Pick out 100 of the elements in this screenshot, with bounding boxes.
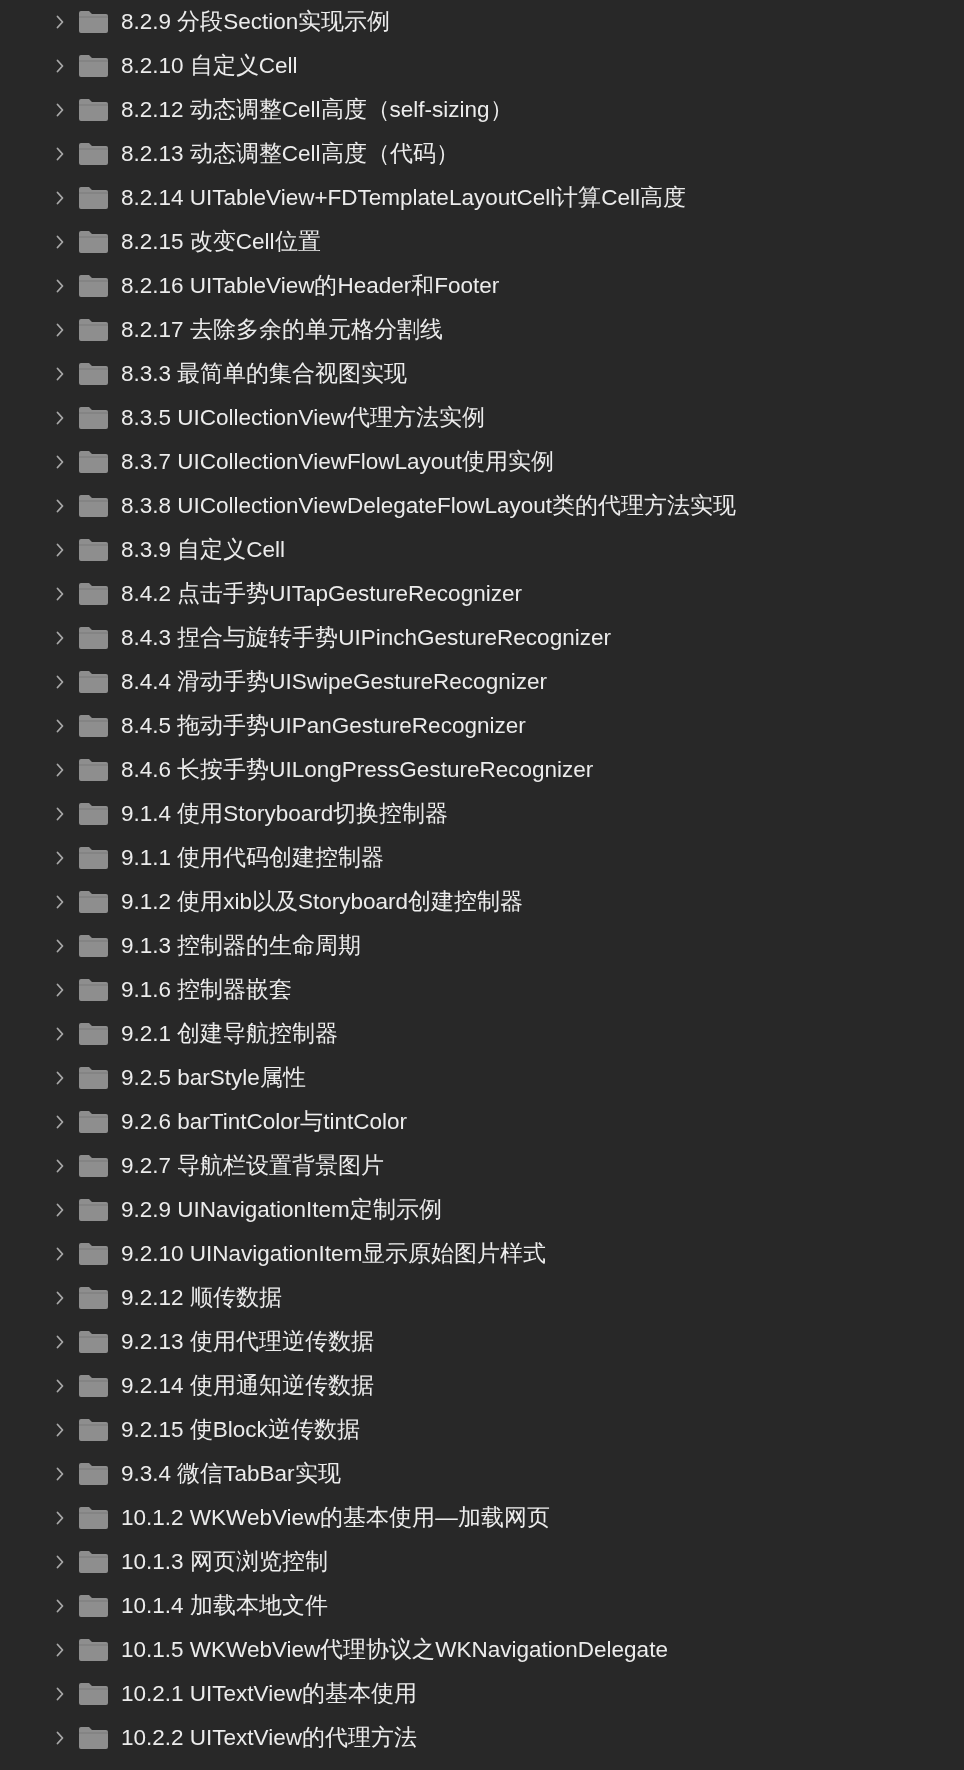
folder-name[interactable]: 8.2.12 动态调整Cell高度（self-sizing） [121, 93, 513, 127]
folder-name[interactable]: 9.2.15 使Block逆传数据 [121, 1413, 360, 1447]
folder-name[interactable]: 8.2.14 UITableView+FDTemplateLayoutCell计算Cell高度 [121, 181, 686, 215]
folder-name[interactable]: 9.2.9 UINavigationItem定制示例 [121, 1193, 442, 1227]
disclosure-chevron-icon[interactable] [54, 1379, 66, 1393]
folder-name[interactable]: 10.1.4 加载本地文件 [121, 1589, 328, 1623]
folder-icon [79, 231, 108, 253]
disclosure-chevron-icon[interactable] [54, 1643, 66, 1657]
folder-icon [79, 407, 108, 429]
disclosure-chevron-icon[interactable] [54, 1027, 66, 1041]
folder-icon [79, 539, 108, 561]
disclosure-chevron-icon[interactable] [54, 1159, 66, 1173]
disclosure-chevron-icon[interactable] [54, 1687, 66, 1701]
folder-name[interactable]: 9.1.2 使用xib以及Storyboard创建控制器 [121, 885, 524, 919]
folder-name[interactable]: 10.1.2 WKWebView的基本使用—加载网页 [121, 1501, 550, 1535]
folder-name[interactable]: 8.2.16 UITableView的Header和Footer [121, 269, 500, 303]
folder-icon [79, 187, 108, 209]
folder-icon [79, 1067, 108, 1089]
folder-name[interactable]: 8.4.4 滑动手势UISwipeGestureRecognizer [121, 665, 547, 699]
folder-name[interactable]: 8.2.15 改变Cell位置 [121, 225, 321, 259]
disclosure-chevron-icon[interactable] [54, 191, 66, 205]
folder-name[interactable]: 10.1.3 网页浏览控制 [121, 1545, 328, 1579]
disclosure-chevron-icon[interactable] [54, 323, 66, 337]
disclosure-chevron-icon[interactable] [54, 807, 66, 821]
disclosure-chevron-icon[interactable] [54, 1599, 66, 1613]
disclosure-chevron-icon[interactable] [54, 499, 66, 513]
disclosure-chevron-icon[interactable] [54, 367, 66, 381]
folder-icon [79, 319, 108, 341]
disclosure-chevron-icon[interactable] [54, 1511, 66, 1525]
folder-icon [79, 1683, 108, 1705]
folder-icon [79, 363, 108, 385]
disclosure-chevron-icon[interactable] [54, 939, 66, 953]
disclosure-chevron-icon[interactable] [54, 851, 66, 865]
disclosure-chevron-icon[interactable] [54, 1423, 66, 1437]
folder-name[interactable]: 8.4.6 长按手势UILongPressGestureRecognizer [121, 753, 594, 787]
disclosure-chevron-icon[interactable] [54, 1467, 66, 1481]
folder-icon [79, 1639, 108, 1661]
disclosure-chevron-icon[interactable] [54, 1247, 66, 1261]
disclosure-chevron-icon[interactable] [54, 59, 66, 73]
folder-name[interactable]: 9.2.10 UINavigationItem显示原始图片样式 [121, 1237, 547, 1271]
folder-icon [79, 1727, 108, 1749]
folder-name[interactable]: 8.2.13 动态调整Cell高度（代码） [121, 137, 459, 171]
folder-name[interactable]: 9.2.12 顺传数据 [121, 1281, 282, 1315]
disclosure-chevron-icon[interactable] [54, 631, 66, 645]
folder-name[interactable]: 8.3.9 自定义Cell [121, 533, 286, 567]
folder-icon [79, 935, 108, 957]
folder-name[interactable]: 9.2.7 导航栏设置背景图片 [121, 1149, 385, 1183]
disclosure-chevron-icon[interactable] [54, 1335, 66, 1349]
disclosure-chevron-icon[interactable] [54, 1291, 66, 1305]
folder-name[interactable]: 9.2.5 barStyle属性 [121, 1061, 306, 1095]
folder-name[interactable]: 9.2.1 创建导航控制器 [121, 1017, 339, 1051]
folder-name[interactable]: 8.3.7 UICollectionViewFlowLayout使用实例 [121, 445, 554, 479]
disclosure-chevron-icon[interactable] [54, 279, 66, 293]
folder-name[interactable]: 10.2.1 UITextView的基本使用 [121, 1677, 417, 1711]
folder-name[interactable]: 9.1.3 控制器的生命周期 [121, 929, 362, 963]
folder-name[interactable]: 9.1.4 使用Storyboard切换控制器 [121, 797, 449, 831]
folder-name[interactable]: 9.3.4 微信TabBar实现 [121, 1457, 341, 1491]
disclosure-chevron-icon[interactable] [54, 147, 66, 161]
folder-icon [79, 1551, 108, 1573]
folder-name[interactable]: 8.4.3 捏合与旋转手势UIPinchGestureRecognizer [121, 621, 611, 655]
disclosure-chevron-icon[interactable] [54, 411, 66, 425]
folder-icon [79, 451, 108, 473]
disclosure-chevron-icon[interactable] [54, 1203, 66, 1217]
folder-icon [79, 715, 108, 737]
folder-name[interactable]: 8.3.8 UICollectionViewDelegateFlowLayout类的代理方法实现 [121, 489, 737, 523]
folder-name[interactable]: 9.1.6 控制器嵌套 [121, 973, 293, 1007]
folder-icon [79, 1375, 108, 1397]
folder-name[interactable]: 10.2.2 UITextView的代理方法 [121, 1721, 417, 1755]
disclosure-chevron-icon[interactable] [54, 455, 66, 469]
folder-icon [79, 495, 108, 517]
folder-name[interactable]: 9.1.1 使用代码创建控制器 [121, 841, 385, 875]
folder-name[interactable]: 8.2.17 去除多余的单元格分割线 [121, 313, 443, 347]
disclosure-chevron-icon[interactable] [54, 1071, 66, 1085]
folder-name[interactable]: 8.3.3 最简单的集合视图实现 [121, 357, 408, 391]
disclosure-chevron-icon[interactable] [54, 103, 66, 117]
folder-name[interactable]: 8.2.10 自定义Cell [121, 49, 298, 83]
folder-icon [79, 891, 108, 913]
disclosure-chevron-icon[interactable] [54, 1731, 66, 1745]
folder-name[interactable]: 9.2.13 使用代理逆传数据 [121, 1325, 374, 1359]
disclosure-chevron-icon[interactable] [54, 763, 66, 777]
folder-icon [79, 671, 108, 693]
disclosure-chevron-icon[interactable] [54, 587, 66, 601]
disclosure-chevron-icon[interactable] [54, 235, 66, 249]
disclosure-chevron-icon[interactable] [54, 983, 66, 997]
disclosure-chevron-icon[interactable] [54, 895, 66, 909]
disclosure-chevron-icon[interactable] [54, 15, 66, 29]
folder-name[interactable]: 10.1.5 WKWebView代理协议之WKNavigationDelegate [121, 1633, 668, 1667]
disclosure-chevron-icon[interactable] [54, 719, 66, 733]
disclosure-chevron-icon[interactable] [54, 1115, 66, 1129]
folder-name[interactable]: 8.4.2 点击手势UITapGestureRecognizer [121, 577, 522, 611]
disclosure-chevron-icon[interactable] [54, 543, 66, 557]
folder-name[interactable]: 9.2.6 barTintColor与tintColor [121, 1105, 408, 1139]
disclosure-chevron-icon[interactable] [54, 1555, 66, 1569]
folder-name[interactable]: 8.4.5 拖动手势UIPanGestureRecognizer [121, 709, 526, 743]
folder-name[interactable]: 8.3.5 UICollectionView代理方法实例 [121, 401, 485, 435]
disclosure-chevron-icon[interactable] [54, 675, 66, 689]
folder-name[interactable]: 9.2.14 使用通知逆传数据 [121, 1369, 374, 1403]
folder-icon [79, 1243, 108, 1265]
folder-name[interactable]: 8.2.9 分段Section实现示例 [121, 5, 391, 39]
folder-icon [79, 1331, 108, 1353]
